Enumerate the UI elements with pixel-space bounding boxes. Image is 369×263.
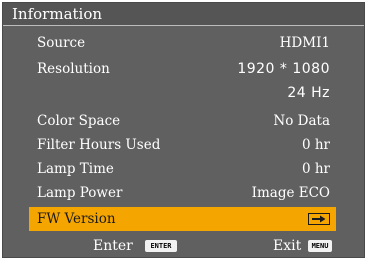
exit-hint-label: Exit: [273, 238, 302, 254]
row-filter-hours: Filter Hours Used 0 hr: [29, 133, 336, 157]
row-label: Resolution: [37, 61, 110, 77]
info-list: Source HDMI1 Resolution 1920 * 1080 24 H…: [3, 27, 364, 257]
row-label: Filter Hours Used: [37, 137, 161, 153]
row-value: No Data: [273, 113, 330, 129]
menu-title-bar: Information: [3, 3, 364, 26]
row-label: Source: [37, 35, 86, 51]
submenu-arrow-icon[interactable]: [308, 213, 330, 225]
row-value: 1920 * 1080: [237, 61, 330, 77]
menu-title: Information: [12, 5, 103, 23]
row-label: FW Version: [37, 211, 116, 227]
row-lamp-power: Lamp Power Image ECO: [29, 181, 336, 205]
menu-key-icon: MENU: [308, 240, 332, 252]
row-resolution: Resolution 1920 * 1080: [29, 57, 336, 81]
row-label: Lamp Power: [37, 185, 123, 201]
row-refresh-rate: 24 Hz: [29, 81, 336, 105]
row-color-space: Color Space No Data: [29, 109, 336, 133]
enter-key-icon: ENTER: [145, 240, 177, 252]
row-value: 0 hr: [301, 137, 330, 153]
row-value: 0 hr: [301, 161, 330, 177]
row-fw-version[interactable]: FW Version: [29, 207, 336, 231]
row-value: 24 Hz: [287, 85, 330, 101]
menu-footer: Enter ENTER Exit MENU: [3, 235, 364, 257]
row-lamp-time: Lamp Time 0 hr: [29, 157, 336, 181]
row-value: Image ECO: [251, 185, 330, 201]
row-label: Color Space: [37, 113, 121, 129]
osd-information-menu: Information Source HDMI1 Resolution 1920…: [2, 2, 365, 258]
row-value: HDMI1: [279, 35, 330, 51]
row-source: Source HDMI1: [29, 31, 336, 55]
row-label: Lamp Time: [37, 161, 114, 177]
enter-hint-label: Enter: [93, 238, 133, 254]
